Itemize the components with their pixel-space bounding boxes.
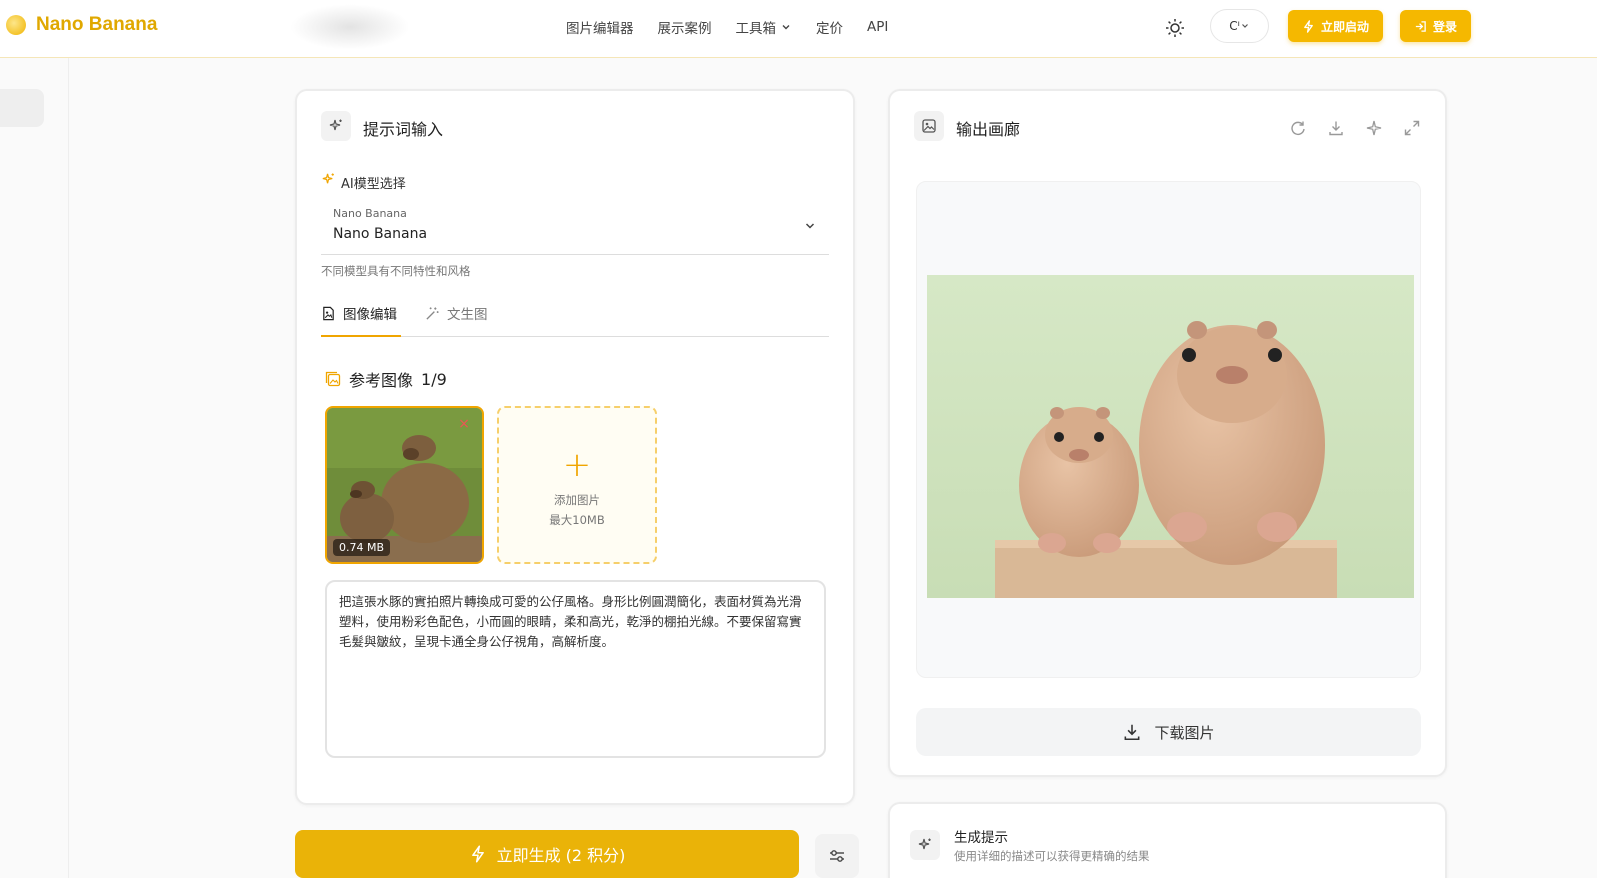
reference-images-count: 1/9 (421, 369, 447, 389)
prompt-textarea[interactable]: 把這張水豚的實拍照片轉換成可愛的公仔風格。身形比例圓潤簡化，表面材質為光滑塑料，… (325, 580, 826, 758)
plus-icon: + (562, 445, 592, 485)
output-image-frame (916, 181, 1421, 678)
tab-text-to-image[interactable]: 文生图 (425, 303, 488, 323)
model-select[interactable]: Nano Banana Nano Banana (321, 199, 829, 255)
download-image-button[interactable]: 下载图片 (916, 708, 1421, 756)
blurred-region (290, 4, 410, 50)
hint-title: 生成提示 (954, 830, 1008, 846)
generation-hint-panel: 生成提示 使用详细的描述可以获得更精确的结果 (888, 802, 1447, 878)
add-image-dropzone[interactable]: + 添加图片 最大10MB (497, 406, 657, 564)
tab-image-edit-label: 图像编辑 (343, 307, 397, 323)
sidebar-collapsed-item[interactable] (0, 89, 44, 127)
download-icon[interactable] (1327, 119, 1345, 137)
hint-text: 使用详细的描述可以获得更精确的结果 (954, 849, 1150, 863)
lightning-icon (471, 845, 484, 863)
reference-image-thumbnail[interactable]: 0.74 MB × (325, 406, 484, 564)
image-icon (914, 111, 944, 141)
nav-pricing[interactable]: 定价 (816, 17, 843, 37)
images-icon (325, 371, 341, 387)
theme-toggle-sun-icon[interactable] (1164, 17, 1186, 39)
file-size-badge: 0.74 MB (333, 539, 391, 556)
sliders-icon (830, 850, 844, 862)
login-button[interactable]: 登录 (1400, 10, 1471, 42)
sparkle-icon[interactable] (1365, 119, 1383, 137)
sparkles-icon (910, 830, 940, 860)
nav-toolbox-label: 工具箱 (735, 21, 777, 37)
start-now-label: 立即启动 (1320, 19, 1369, 34)
panel-title: 输出画廊 (956, 120, 1021, 139)
reference-images-header: 参考图像 1/9 (325, 367, 447, 391)
output-gallery-panel: 输出画廊 下载图片 (888, 89, 1447, 777)
chevron-down-icon (1241, 24, 1248, 28)
prompt-input-panel: 提示词输入 AI模型选择 Nano Banana Nano Banana 不同模… (295, 89, 855, 805)
language-selector[interactable]: Cᴵ (1210, 9, 1269, 43)
expand-icon[interactable] (1403, 119, 1421, 137)
generate-label: 立即生成 (2 积分) (496, 846, 626, 865)
main-nav: 图片编辑器 展示案例 工具箱 定价 API (566, 17, 888, 37)
download-icon (1125, 724, 1140, 740)
language-label: Cᴵ (1229, 19, 1240, 33)
nav-toolbox[interactable]: 工具箱 (736, 17, 793, 37)
tab-text-to-image-label: 文生图 (447, 307, 488, 323)
model-help-text: 不同模型具有不同特性和风格 (321, 264, 471, 278)
reference-images-title: 参考图像 (349, 371, 414, 390)
sparkles-icon (321, 111, 351, 141)
active-tab-indicator (321, 335, 401, 337)
nav-image-editor[interactable]: 图片编辑器 (566, 17, 634, 37)
add-image-limit: 最大10MB (549, 513, 605, 527)
chevron-down-icon (782, 25, 790, 30)
magic-wand-icon (426, 306, 439, 320)
gallery-toolbar (1289, 119, 1421, 137)
top-nav-bar: Nano Banana 图片编辑器 展示案例 工具箱 定价 API Cᴵ 立即启… (0, 0, 1597, 58)
banana-logo-icon (6, 15, 26, 35)
left-sidebar (0, 58, 69, 878)
tab-image-edit[interactable]: 图像编辑 (321, 303, 397, 323)
download-image-label: 下载图片 (1154, 723, 1215, 742)
model-select-value: Nano Banana (333, 226, 428, 242)
settings-sliders-button[interactable] (815, 834, 859, 878)
sparkles-icon (321, 172, 336, 191)
panel-title: 提示词输入 (363, 120, 444, 139)
logo-text: Nano Banana (36, 14, 158, 35)
image-file-icon (323, 306, 334, 320)
login-label: 登录 (1432, 19, 1457, 34)
nav-showcase[interactable]: 展示案例 (658, 17, 712, 37)
refresh-icon[interactable] (1289, 119, 1307, 137)
generated-image[interactable] (927, 275, 1414, 598)
nav-api[interactable]: API (867, 17, 888, 37)
mode-tabs: 图像编辑 文生图 (321, 299, 829, 337)
start-now-button[interactable]: 立即启动 (1288, 10, 1383, 42)
remove-image-icon[interactable]: × (456, 416, 472, 432)
chevron-down-icon (805, 223, 815, 229)
model-select-caption: Nano Banana (333, 207, 407, 220)
model-section-label: AI模型选择 (341, 177, 406, 192)
login-arrow-icon (1415, 20, 1426, 32)
logo[interactable]: Nano Banana (6, 14, 157, 36)
add-image-label: 添加图片 (554, 493, 600, 507)
lightning-icon (1304, 19, 1313, 33)
generate-button[interactable]: 立即生成 (2 积分) (295, 830, 799, 878)
